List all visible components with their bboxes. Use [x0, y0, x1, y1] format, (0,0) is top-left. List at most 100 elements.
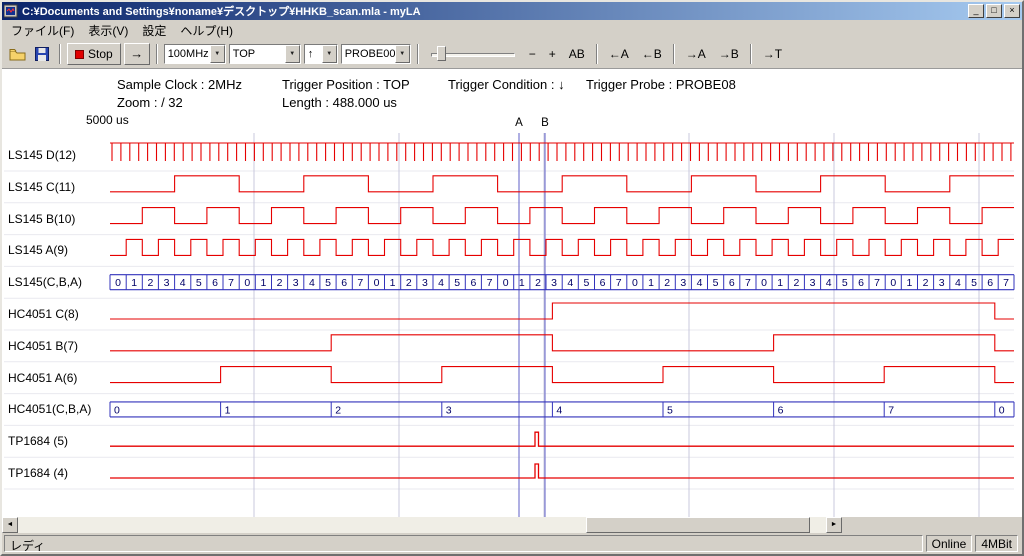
toolbar: Stop → 100MHz ▼ TOP ▼ ↑ ▼ PROBE00 ▼ − + … [2, 40, 1022, 68]
svg-text:6: 6 [600, 277, 606, 289]
stop-icon [75, 50, 84, 59]
menu-view[interactable]: 表示(V) [81, 20, 135, 41]
svg-text:3: 3 [422, 277, 428, 289]
chevron-down-icon[interactable]: ▼ [395, 45, 410, 63]
app-icon [4, 4, 18, 18]
svg-text:7: 7 [357, 277, 363, 289]
svg-text:5: 5 [713, 277, 719, 289]
trigger-position-value: TOP [230, 48, 285, 60]
channel-label: HC4051 B(7) [8, 338, 78, 354]
svg-text:5: 5 [196, 277, 202, 289]
ab-span-button[interactable]: AB [564, 44, 590, 64]
trigger-edge-value: ↑ [305, 48, 322, 60]
toolbar-separator [156, 44, 158, 64]
svg-text:4: 4 [438, 277, 444, 289]
svg-text:5: 5 [454, 277, 460, 289]
menu-bar: ファイル(F) 表示(V) 設定 ヘルプ(H) [2, 20, 1022, 40]
run-button[interactable]: → [124, 43, 150, 65]
probe-value: PROBE00 [342, 48, 395, 60]
status-bar: レディ Online 4MBit [2, 533, 1022, 554]
svg-text:6: 6 [470, 277, 476, 289]
svg-text:2: 2 [147, 277, 153, 289]
svg-text:1: 1 [131, 277, 137, 289]
svg-text:0: 0 [503, 277, 509, 289]
svg-text:0: 0 [761, 277, 767, 289]
svg-text:1: 1 [906, 277, 912, 289]
svg-text:6: 6 [778, 404, 784, 416]
svg-text:3: 3 [164, 277, 170, 289]
chevron-down-icon[interactable]: ▼ [285, 45, 300, 63]
minimize-button[interactable]: _ [968, 4, 984, 18]
svg-text:2: 2 [335, 404, 341, 416]
title-bar: C:¥Documents and Settings¥noname¥デスクトップ¥… [2, 2, 1022, 20]
horizontal-scrollbar[interactable]: ◄ ► [2, 517, 842, 533]
stop-button[interactable]: Stop [67, 43, 121, 65]
svg-text:6: 6 [341, 277, 347, 289]
trigger-position-combobox[interactable]: TOP ▼ [229, 44, 301, 64]
zoom-out-button[interactable]: − [524, 44, 541, 64]
waveform-panel: Sample Clock : 2MHz Trigger Position : T… [2, 68, 1022, 517]
channel-label: HC4051 A(6) [8, 370, 77, 386]
svg-text:4: 4 [567, 277, 573, 289]
menu-settings[interactable]: 設定 [135, 20, 173, 41]
chevron-down-icon[interactable]: ▼ [210, 45, 225, 63]
scrollbar-row: ◄ ► [2, 517, 1022, 533]
svg-text:4: 4 [826, 277, 832, 289]
channel-label: TP1684 (4) [8, 465, 68, 481]
zoom-slider[interactable] [429, 43, 517, 65]
probe-combobox[interactable]: PROBE00 ▼ [341, 44, 411, 64]
svg-text:1: 1 [225, 404, 231, 416]
menu-file[interactable]: ファイル(F) [4, 20, 81, 41]
svg-text:A: A [515, 117, 523, 129]
chevron-down-icon[interactable]: ▼ [322, 45, 337, 63]
svg-text:1: 1 [777, 277, 783, 289]
scroll-thumb[interactable] [586, 517, 810, 533]
clock-rate-combobox[interactable]: 100MHz ▼ [164, 44, 226, 64]
svg-text:1: 1 [390, 277, 396, 289]
svg-text:2: 2 [277, 277, 283, 289]
toolbar-separator [59, 44, 61, 64]
maximize-button[interactable]: □ [986, 4, 1002, 18]
goto-trigger-button[interactable]: →T [758, 44, 787, 64]
svg-text:2: 2 [923, 277, 929, 289]
window-title: C:¥Documents and Settings¥noname¥デスクトップ¥… [22, 3, 968, 19]
zoom-slider-thumb[interactable] [437, 46, 446, 61]
toolbar-separator [673, 44, 675, 64]
channel-label: HC4051(C,B,A) [8, 401, 91, 417]
svg-text:0: 0 [114, 404, 120, 416]
svg-text:7: 7 [616, 277, 622, 289]
next-b-button[interactable]: →B [714, 44, 744, 64]
svg-text:7: 7 [487, 277, 493, 289]
svg-text:0: 0 [115, 277, 121, 289]
close-button[interactable]: × [1004, 4, 1020, 18]
status-online: Online [926, 535, 973, 552]
stop-label: Stop [88, 47, 113, 61]
prev-b-button[interactable]: ←B [637, 44, 667, 64]
next-a-button[interactable]: →A [681, 44, 711, 64]
svg-text:4: 4 [309, 277, 315, 289]
trigger-edge-combobox[interactable]: ↑ ▼ [304, 44, 338, 64]
menu-help[interactable]: ヘルプ(H) [173, 20, 240, 41]
status-memory: 4MBit [975, 535, 1018, 552]
channel-label: TP1684 (5) [8, 433, 68, 449]
svg-text:4: 4 [180, 277, 186, 289]
scroll-right-icon[interactable]: ► [826, 517, 842, 533]
waveform-canvas[interactable]: AB01234567012345670123456701234567012345… [2, 69, 1022, 517]
svg-text:5: 5 [325, 277, 331, 289]
open-file-button[interactable] [6, 43, 28, 65]
zoom-in-button[interactable]: + [544, 44, 561, 64]
channel-label: LS145(C,B,A) [8, 274, 82, 290]
svg-text:5: 5 [971, 277, 977, 289]
scroll-left-icon[interactable]: ◄ [2, 517, 18, 533]
prev-a-button[interactable]: ←A [604, 44, 634, 64]
save-button[interactable] [31, 43, 53, 65]
clock-rate-value: 100MHz [165, 48, 210, 60]
svg-text:3: 3 [810, 277, 816, 289]
svg-text:B: B [541, 117, 549, 129]
svg-text:6: 6 [729, 277, 735, 289]
svg-text:3: 3 [293, 277, 299, 289]
application-window: C:¥Documents and Settings¥noname¥デスクトップ¥… [0, 0, 1024, 556]
svg-text:7: 7 [745, 277, 751, 289]
svg-text:7: 7 [228, 277, 234, 289]
channel-label: LS145 C(11) [8, 179, 75, 195]
